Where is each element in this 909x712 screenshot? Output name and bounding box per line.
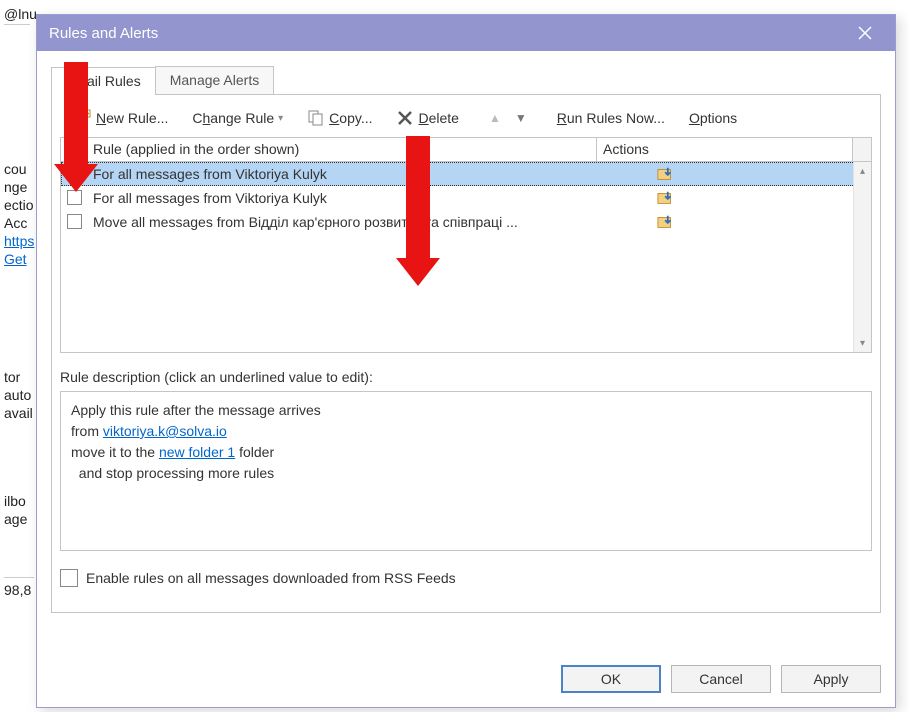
move-down-icon: ▼ [515, 111, 527, 125]
move-down-button[interactable]: ▼ [509, 109, 533, 127]
rules-table: Rule (applied in the order shown) Action… [60, 137, 872, 353]
apply-button[interactable]: Apply [781, 665, 881, 693]
grid-header: Rule (applied in the order shown) Action… [61, 138, 871, 162]
move-to-folder-icon [657, 165, 675, 183]
ok-button[interactable]: OK [561, 665, 661, 693]
move-to-folder-icon [657, 189, 675, 207]
rule-description-label: Rule description (click an underlined va… [60, 369, 872, 385]
rule-actions [597, 189, 853, 207]
rule-name: Move all messages from Відділ кар'єрного… [87, 214, 597, 230]
rss-label: Enable rules on all messages downloaded … [86, 570, 456, 586]
close-button[interactable] [847, 15, 883, 51]
rule-name: For all messages from Viktoriya Kulyk [87, 166, 597, 182]
grid-body: For all messages from Viktoriya Kulyk [61, 162, 871, 352]
rule-condition-sender-link[interactable]: viktoriya.k@solva.io [103, 423, 227, 439]
titlebar: Rules and Alerts [37, 15, 895, 51]
move-up-icon: ▲ [489, 111, 501, 125]
delete-label: Delete [418, 110, 458, 126]
change-rule-label: Change Rule [192, 110, 274, 126]
copy-button[interactable]: Copy... [301, 107, 378, 129]
dialog-title: Rules and Alerts [49, 25, 847, 42]
desc-line: move it to the new folder 1 folder [71, 442, 861, 463]
close-icon [858, 26, 872, 40]
options-label: Options [689, 110, 737, 126]
tabs: Email Rules Manage Alerts [51, 65, 881, 95]
copy-icon [307, 109, 325, 127]
rule-actions [597, 213, 853, 231]
tab-panel: New Rule... Change Rule ▾ Copy... [51, 95, 881, 613]
desc-line: Apply this rule after the message arrive… [71, 400, 861, 421]
rss-checkbox[interactable] [60, 569, 78, 587]
rules-and-alerts-dialog: Rules and Alerts Email Rules Manage Aler… [36, 14, 896, 708]
run-rules-now-button[interactable]: Run Rules Now... [551, 108, 671, 128]
table-row[interactable]: For all messages from Viktoriya Kulyk [61, 186, 871, 210]
tab-manage-alerts[interactable]: Manage Alerts [155, 66, 275, 94]
delete-icon [396, 109, 414, 127]
column-header-actions[interactable]: Actions [597, 138, 853, 161]
vertical-scrollbar[interactable]: ▴ ▾ [853, 162, 871, 352]
move-to-folder-icon [657, 213, 675, 231]
desc-line: from viktoriya.k@solva.io [71, 421, 861, 442]
column-header-rule[interactable]: Rule (applied in the order shown) [87, 138, 597, 161]
run-rules-label: Run Rules Now... [557, 110, 665, 126]
rule-description-box: Apply this rule after the message arrive… [60, 391, 872, 551]
annotation-arrow-1 [54, 62, 98, 192]
rule-checkbox[interactable] [61, 210, 87, 234]
scroll-up-icon[interactable]: ▴ [854, 162, 871, 180]
copy-label: Copy... [329, 110, 372, 126]
options-button[interactable]: Options [683, 108, 743, 128]
scroll-down-icon[interactable]: ▾ [854, 334, 871, 352]
dialog-buttons: OK Cancel Apply [37, 651, 895, 707]
rule-actions [597, 165, 853, 183]
move-up-button[interactable]: ▲ [483, 109, 507, 127]
rss-checkbox-row: Enable rules on all messages downloaded … [60, 569, 872, 587]
table-row[interactable]: For all messages from Viktoriya Kulyk [61, 162, 871, 186]
rule-action-folder-link[interactable]: new folder 1 [159, 444, 235, 460]
delete-button[interactable]: Delete [390, 107, 464, 129]
desc-line: and stop processing more rules [71, 463, 861, 484]
cancel-button[interactable]: Cancel [671, 665, 771, 693]
new-rule-label: New Rule... [96, 110, 168, 126]
table-row[interactable]: Move all messages from Відділ кар'єрного… [61, 210, 871, 234]
annotation-arrow-2 [396, 136, 440, 286]
dropdown-arrow-icon: ▾ [278, 113, 283, 124]
rule-name: For all messages from Viktoriya Kulyk [87, 190, 597, 206]
change-rule-button[interactable]: Change Rule ▾ [186, 108, 289, 128]
toolbar: New Rule... Change Rule ▾ Copy... [60, 105, 872, 137]
